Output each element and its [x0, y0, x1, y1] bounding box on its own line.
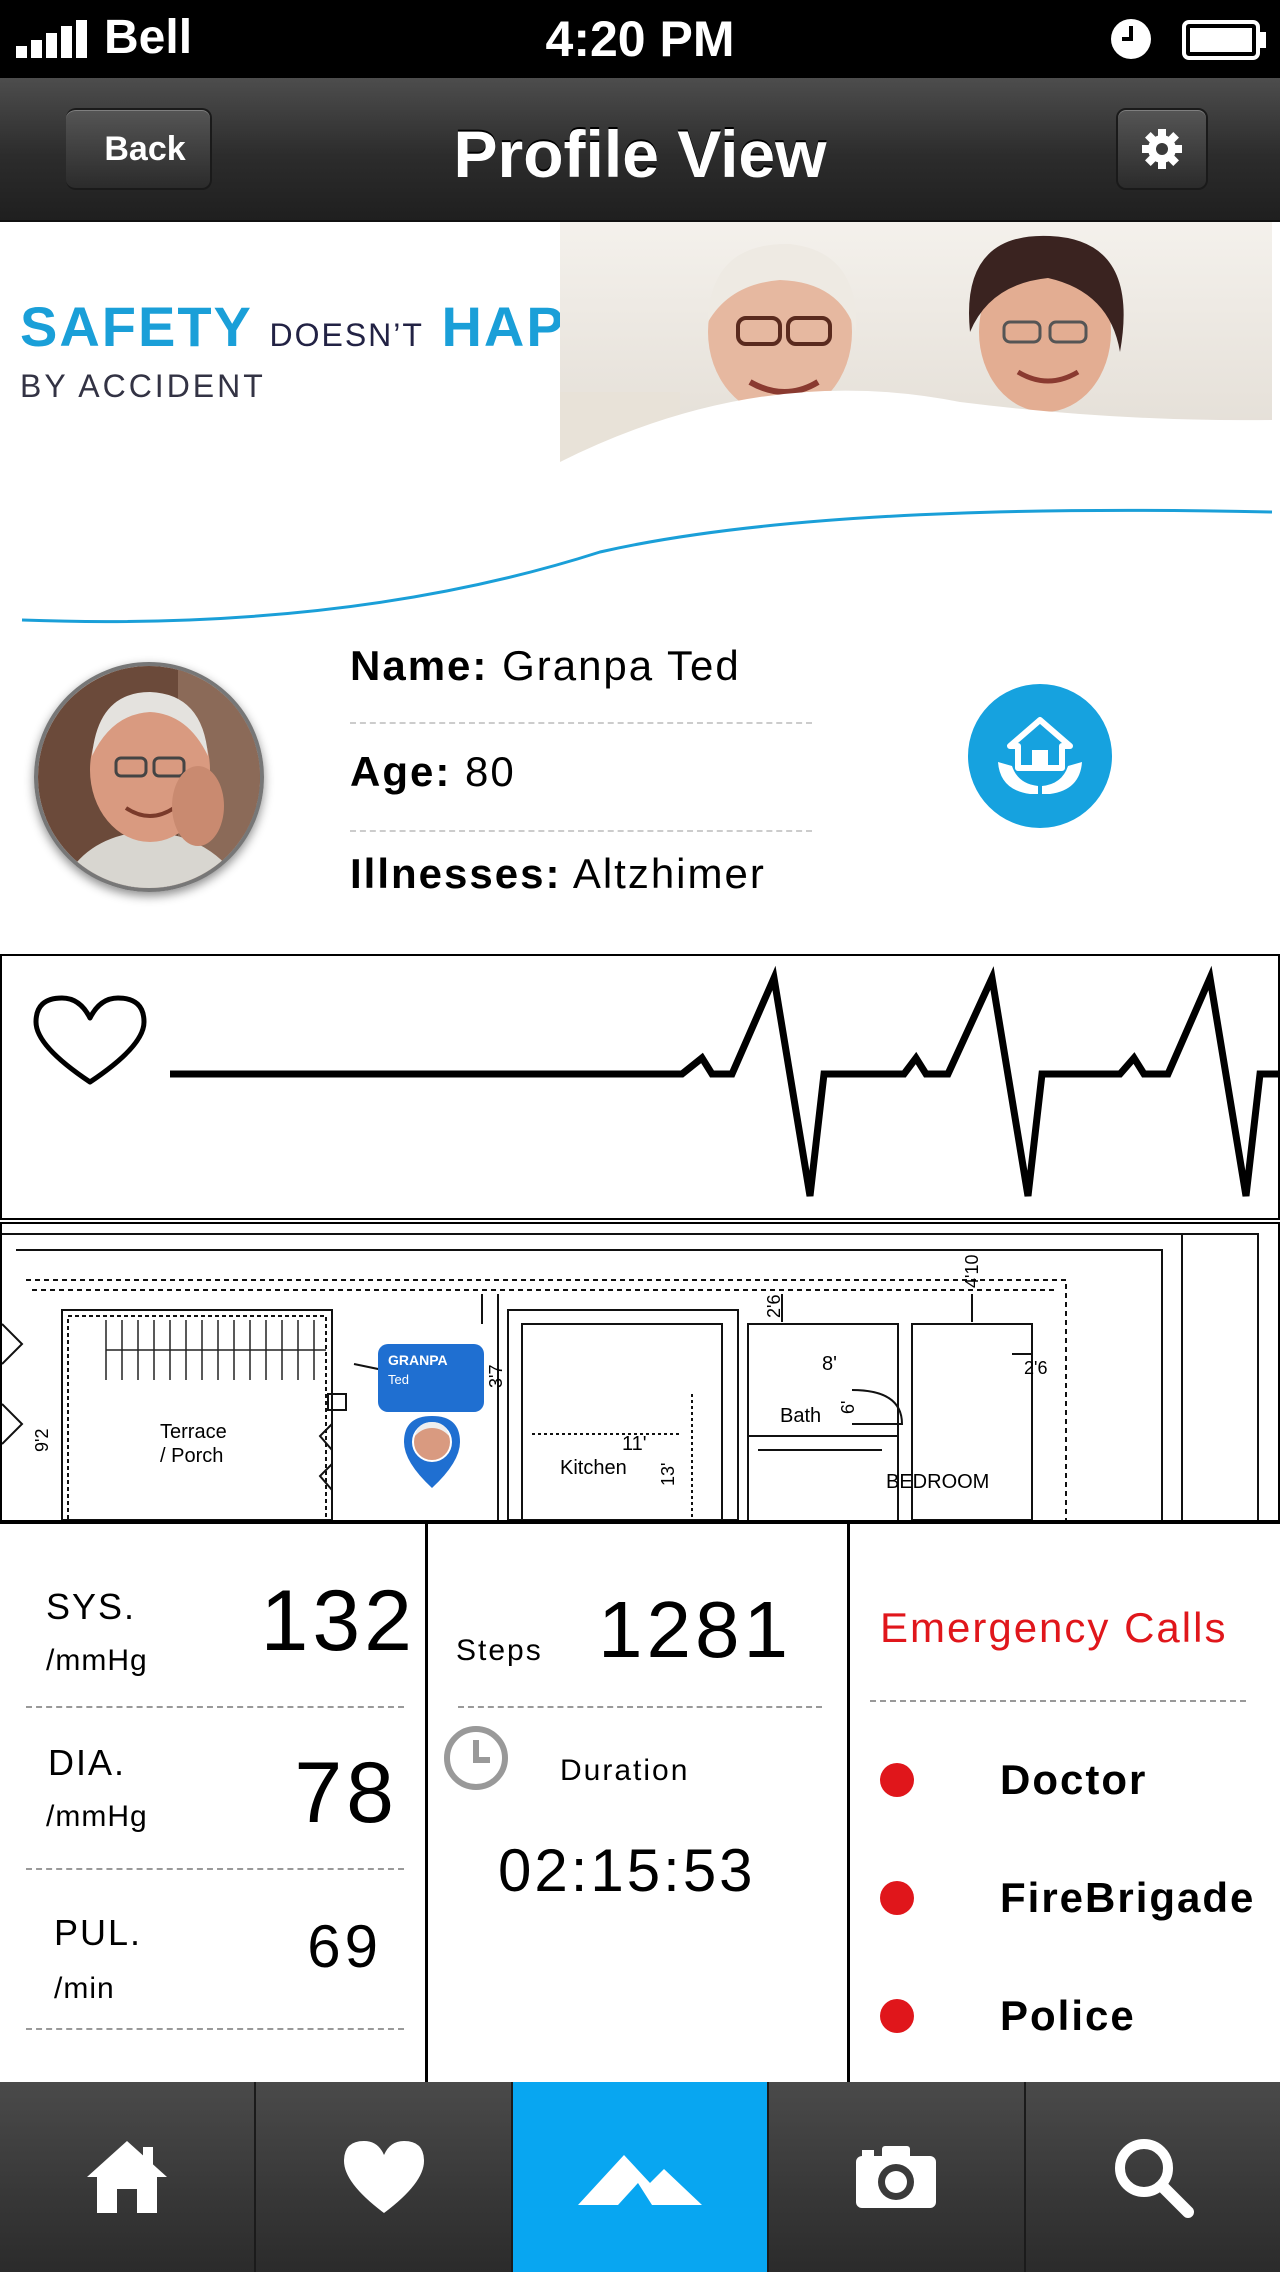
stats-section: SYS. /mmHg 132 DIA. /mmHg 78 PUL. /min 6… — [0, 1522, 1280, 2084]
emergency-item-label: Doctor — [1000, 1756, 1148, 1803]
pin-label-line1: GRANPA — [388, 1352, 448, 1368]
home-icon — [87, 2141, 168, 2213]
divider — [350, 830, 812, 832]
ecg-graph — [33, 965, 1278, 1197]
divider — [870, 1700, 1246, 1702]
floor-plan-drawing: Terrace / Porch Kitchen Bath BEDROOM 11'… — [2, 1233, 1259, 1520]
dimension-label: 8' — [822, 1353, 837, 1375]
emergency-title: Emergency Calls — [880, 1604, 1228, 1651]
sys-value: 132 — [260, 1573, 416, 1669]
dimension-label: 9'2 — [32, 1429, 52, 1452]
dimension-label: 4'10 — [962, 1255, 982, 1288]
camera-icon — [856, 2146, 937, 2208]
pul-unit: /min — [54, 1972, 115, 2005]
home-care-button[interactable] — [968, 684, 1112, 828]
back-button-label: Back — [104, 129, 186, 168]
profile-age: Age: 80 — [350, 748, 516, 796]
profile-section: Name: Granpa Ted Age: 80 Illnesses: Altz… — [0, 632, 1280, 954]
floor-plan-map[interactable]: Terrace / Porch Kitchen Bath BEDROOM 11'… — [0, 1222, 1280, 1522]
illness-value: Altzhimer — [572, 850, 766, 897]
activity-panel: Steps 1281 Duration 02:15:53 — [428, 1524, 850, 2084]
steps-value: 1281 — [598, 1585, 792, 1674]
heart-rate-monitor — [0, 954, 1280, 1220]
age-value: 80 — [465, 748, 516, 795]
divider — [350, 722, 812, 724]
banner: SAFETY DOESN’T HAPPEN BY ACCIDENT — [0, 222, 1280, 632]
duration-label: Duration — [560, 1754, 690, 1787]
banner-wave-line — [21, 508, 1273, 624]
profile-illnesses: Illnesses: Altzhimer — [350, 850, 766, 898]
clock-icon — [444, 1726, 508, 1790]
sys-unit: /mmHg — [46, 1644, 148, 1677]
floor-label-kitchen: Kitchen — [560, 1457, 627, 1479]
status-bar: Bell 4:20 PM — [0, 0, 1280, 78]
dimension-label: 11' — [622, 1433, 647, 1455]
tab-search[interactable] — [1026, 2082, 1280, 2272]
tab-favorites[interactable] — [256, 2082, 513, 2272]
dimension-label: 2'6 — [764, 1295, 784, 1318]
vitals-panel: SYS. /mmHg 132 DIA. /mmHg 78 PUL. /min 6… — [0, 1524, 428, 2084]
floor-label-bedroom: BEDROOM — [886, 1471, 989, 1493]
tab-home[interactable] — [0, 2082, 257, 2272]
floor-label-porch: / Porch — [160, 1445, 223, 1467]
divider — [458, 1706, 822, 1708]
settings-button[interactable] — [1116, 108, 1208, 190]
emergency-call-firebrigade[interactable]: FireBrigade — [880, 1868, 1253, 1928]
emergency-call-police[interactable]: Police — [880, 1986, 1134, 2046]
battery-icon — [1182, 20, 1266, 60]
illness-label: Illnesses: — [350, 850, 562, 897]
tab-bar — [0, 2082, 1280, 2272]
sys-label: SYS. — [46, 1586, 137, 1627]
age-label: Age: — [350, 748, 452, 795]
floor-label-terrace: Terrace — [160, 1421, 227, 1443]
clock-icon — [1111, 19, 1151, 59]
pin-label-line2: Ted — [388, 1372, 409, 1387]
navigation-bar: Back Profile View — [0, 78, 1280, 222]
location-pin-icon[interactable] — [404, 1416, 460, 1488]
mountain-icon — [578, 2155, 703, 2205]
red-dot-icon — [880, 1763, 914, 1797]
divider — [26, 2028, 404, 2030]
dia-value: 78 — [294, 1745, 398, 1841]
avatar-photo — [38, 666, 260, 888]
search-icon — [1114, 2139, 1194, 2218]
emergency-item-label: FireBrigade — [1000, 1874, 1256, 1921]
tab-activity[interactable] — [512, 2082, 770, 2272]
red-dot-icon — [880, 1881, 914, 1915]
back-button[interactable]: Back — [66, 108, 212, 190]
pul-label: PUL. — [54, 1912, 143, 1953]
emergency-call-doctor[interactable]: Doctor — [880, 1750, 1145, 1810]
profile-name: Name: Granpa Ted — [350, 642, 741, 690]
emergency-item-label: Police — [1000, 1992, 1136, 2039]
dia-label: DIA. — [48, 1742, 127, 1783]
dimension-label: 3'7 — [486, 1365, 506, 1388]
dia-unit: /mmHg — [46, 1800, 148, 1833]
floor-label-bath: Bath — [780, 1405, 821, 1427]
heart-outline-icon — [33, 995, 147, 1085]
tab-camera[interactable] — [769, 2082, 1026, 2272]
red-dot-icon — [880, 1999, 914, 2033]
pul-value: 69 — [307, 1913, 382, 1980]
emergency-panel: Emergency Calls Doctor FireBrigade Polic… — [850, 1524, 1280, 2084]
divider — [26, 1706, 404, 1708]
dimension-label: 2'6 — [1024, 1358, 1047, 1378]
divider — [26, 1868, 404, 1870]
dimension-label: 13' — [658, 1463, 678, 1486]
heart-icon — [343, 2141, 424, 2213]
home-hands-icon — [998, 717, 1082, 794]
avatar — [34, 662, 264, 892]
dimension-label: 6' — [838, 1401, 858, 1414]
status-time: 4:20 PM — [545, 11, 735, 67]
name-label: Name: — [350, 642, 489, 689]
ecg-line — [170, 965, 1278, 1197]
location-pin-label: GRANPA Ted — [378, 1344, 484, 1412]
steps-label: Steps — [456, 1634, 543, 1667]
name-value: Granpa Ted — [502, 642, 741, 689]
duration-value: 02:15:53 — [498, 1837, 756, 1904]
gear-icon — [1142, 129, 1182, 169]
